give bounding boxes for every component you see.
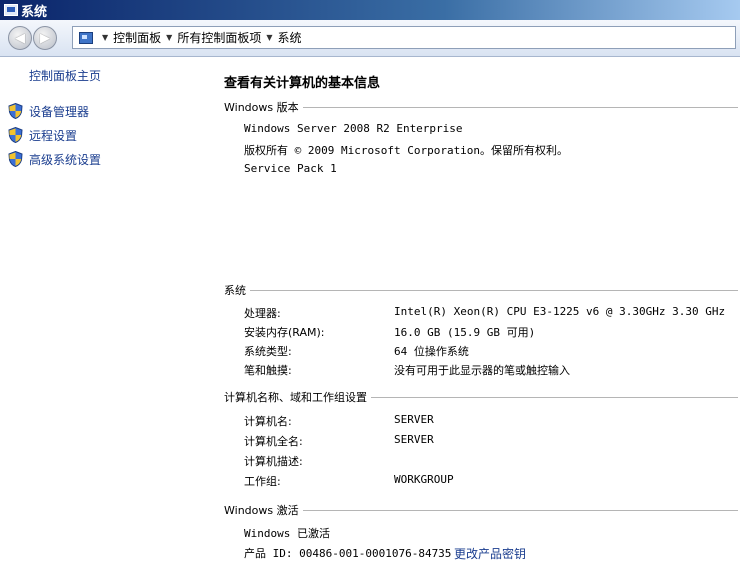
activation-section-header: Windows 激活 (224, 502, 740, 518)
section-divider (250, 289, 738, 291)
sidebar-item-remote-settings[interactable]: 远程设置 (8, 126, 77, 144)
address-bar[interactable]: ▼ 控制面板 ▼ 所有控制面板项 ▼ 系统 (72, 26, 736, 49)
product-id: 产品 ID: 00486-001-0001076-84735 (244, 547, 452, 560)
system-window-icon (4, 4, 18, 16)
row-value: SERVER (394, 433, 434, 446)
section-label: Windows 激活 (224, 504, 299, 517)
uac-shield-icon (8, 127, 23, 143)
chevron-down-icon[interactable]: ▼ (166, 33, 172, 42)
row-value: SERVER (394, 413, 434, 426)
navigation-bar: ◀ ▶ ▼ 控制面板 ▼ 所有控制面板项 ▼ 系统 (0, 20, 740, 57)
edition-name: Windows Server 2008 R2 Enterprise (244, 122, 463, 135)
breadcrumb-all-items[interactable]: 所有控制面板项 (177, 29, 261, 46)
section-divider (371, 396, 738, 398)
row-value: Intel(R) Xeon(R) CPU E3-1225 v6 @ 3.30GH… (394, 305, 726, 318)
row-key: 计算机描述: (244, 455, 303, 468)
section-label: 计算机名称、域和工作组设置 (224, 391, 367, 404)
sidebar: 控制面板主页 设备管理器 远程设置 高级系统设置 (0, 57, 210, 578)
row-value: WORKGROUP (394, 473, 454, 486)
sidebar-item-advanced-system-settings[interactable]: 高级系统设置 (8, 150, 101, 168)
edition-section-header: Windows 版本 (224, 99, 740, 115)
control-panel-home-link[interactable]: 控制面板主页 (29, 67, 101, 84)
breadcrumb-system[interactable]: 系统 (278, 29, 302, 46)
chevron-down-icon[interactable]: ▼ (266, 33, 272, 42)
breadcrumb-control-panel[interactable]: 控制面板 (113, 29, 161, 46)
row-key: 笔和触摸: (244, 364, 292, 377)
row-value: 没有可用于此显示器的笔或触控输入 (394, 364, 570, 377)
activation-status: Windows 已激活 (244, 527, 330, 540)
row-key: 工作组: (244, 475, 281, 488)
service-pack: Service Pack 1 (244, 162, 337, 175)
row-value: 16.0 GB (15.9 GB 可用) (394, 326, 536, 339)
copyright-text: 版权所有 © 2009 Microsoft Corporation。保留所有权利… (244, 144, 569, 157)
section-label: 系统 (224, 284, 246, 297)
section-divider (302, 106, 738, 108)
row-key: 计算机名: (244, 415, 292, 428)
title-bar: 系统 (0, 0, 740, 20)
row-key: 计算机全名: (244, 435, 303, 448)
sidebar-item-label: 高级系统设置 (29, 152, 102, 167)
chevron-down-icon[interactable]: ▼ (102, 33, 108, 42)
row-key: 处理器: (244, 307, 281, 320)
row-key: 安装内存(RAM): (244, 326, 325, 339)
row-key: 系统类型: (244, 345, 292, 358)
back-button[interactable]: ◀ (8, 26, 32, 50)
back-arrow-icon: ◀ (15, 30, 25, 46)
uac-shield-icon (8, 151, 23, 167)
computer-name-section-header: 计算机名称、域和工作组设置 (224, 389, 740, 405)
forward-arrow-icon: ▶ (40, 30, 50, 46)
uac-shield-icon (8, 103, 23, 119)
sidebar-item-label: 设备管理器 (29, 104, 90, 119)
system-section-header: 系统 (224, 282, 740, 298)
row-value: 64 位操作系统 (394, 345, 469, 358)
sidebar-item-label: 远程设置 (29, 128, 78, 143)
section-label: Windows 版本 (224, 101, 299, 114)
section-divider (302, 509, 738, 511)
sidebar-item-device-manager[interactable]: 设备管理器 (8, 102, 89, 120)
change-product-key-link[interactable]: 更改产品密钥 (454, 545, 526, 562)
forward-button[interactable]: ▶ (33, 26, 57, 50)
control-panel-icon (79, 31, 93, 44)
window-title: 系统 (21, 4, 48, 20)
page-title: 查看有关计算机的基本信息 (224, 76, 381, 91)
